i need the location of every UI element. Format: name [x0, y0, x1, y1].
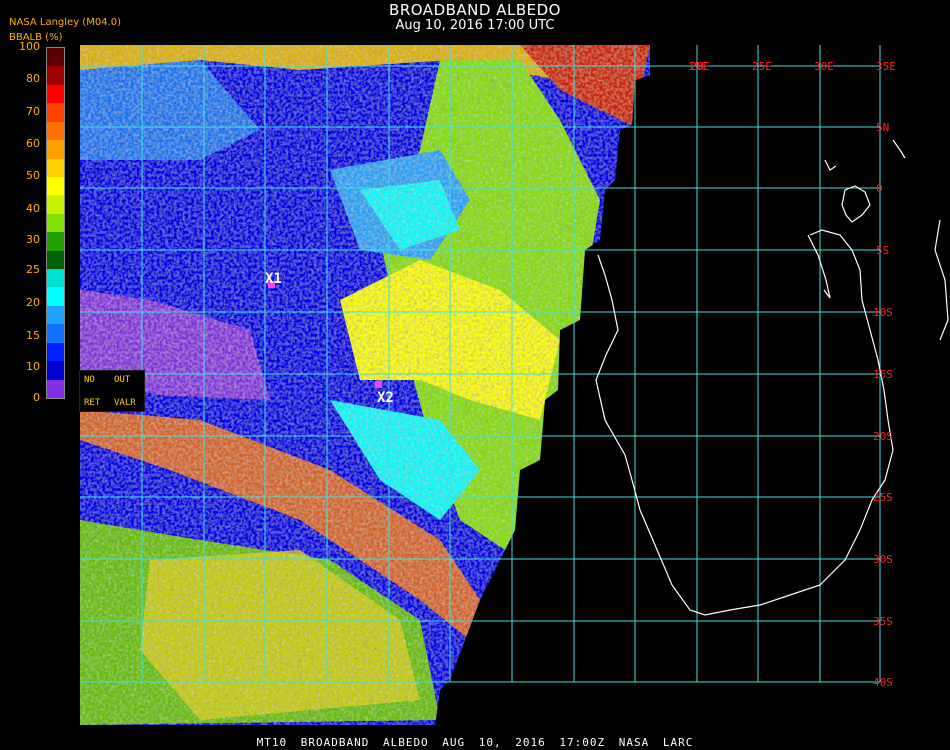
- chart-title: BROADBAND ALBEDO: [389, 1, 561, 19]
- colorbar-band: [47, 361, 64, 381]
- colorbar: [46, 47, 65, 399]
- colorbar-tick-label: 60: [26, 137, 40, 150]
- colorbar-tick-label: 80: [26, 72, 40, 85]
- colorbar-band: [47, 232, 64, 252]
- lon-label-25e: 25E: [752, 60, 772, 73]
- lat-label-5n: 5N: [876, 121, 889, 134]
- coastline: [595, 139, 949, 616]
- colorbar-band: [47, 305, 64, 325]
- colorbar-band: [47, 269, 64, 288]
- colorbar-band: [47, 158, 64, 178]
- lon-label-20e: 20E: [690, 60, 710, 73]
- colorbar-band: [47, 84, 64, 104]
- marker-x2-label: X2: [377, 390, 394, 406]
- colorbar-tick-label: 70: [26, 105, 40, 118]
- colorbar-band: [47, 324, 64, 344]
- chart-subtitle: Aug 10, 2016 17:00 UTC: [395, 18, 555, 33]
- footer-caption: MT10 BROADBAND ALBEDO AUG 10, 2016 17:00…: [256, 736, 694, 749]
- producer-label: NASA Langley (M04.0): [9, 17, 121, 28]
- colorbar-tick-label: 0: [33, 391, 40, 404]
- colorbar-band: [47, 140, 64, 159]
- colorbar-tick-label: 40: [26, 202, 40, 215]
- colorbar-tick-label: 50: [26, 169, 40, 182]
- colorbar-tick-label: 10: [26, 360, 40, 373]
- lat-label-0: 0: [876, 182, 883, 195]
- colorbar-tick-label: 20: [26, 296, 40, 309]
- legend-no: NO: [84, 375, 95, 385]
- colorbar-band: [47, 176, 64, 196]
- colorbar-band: [47, 103, 64, 123]
- marker-x2-square: [375, 381, 382, 388]
- lon-label-35e: 35E: [876, 60, 896, 73]
- legend-valr: VALR: [114, 398, 136, 408]
- colorbar-band: [47, 250, 64, 270]
- legend-out: OUT: [114, 375, 131, 385]
- lat-label-40s: 40S: [873, 676, 893, 689]
- lat-label-30s: 30S: [873, 553, 893, 566]
- lat-labels: 5N 0 5S 10S 15S 20S 25S 30S 35S 40S: [873, 121, 893, 689]
- colorbar-band: [47, 48, 64, 67]
- colorbar-band: [47, 66, 64, 86]
- lat-label-20s: 20S: [873, 430, 893, 443]
- colorbar-band: [47, 121, 64, 141]
- colorbar-band: [47, 213, 64, 233]
- lat-label-5s: 5S: [876, 244, 889, 257]
- colorbar-tick-label: 15: [26, 329, 40, 342]
- colorbar-band: [47, 195, 64, 215]
- lat-label-10s: 10S: [873, 306, 893, 319]
- legend-box: NO OUT RET VALR: [79, 370, 145, 412]
- colorbar-band: [47, 342, 64, 362]
- colorbar-band: [47, 379, 64, 399]
- colorbar-tick-label: 25: [26, 263, 40, 276]
- lat-label-25s: 25S: [873, 491, 893, 504]
- colorbar-band: [47, 287, 64, 307]
- legend-ret: RET: [84, 398, 101, 408]
- colorbar-tick-label: 30: [26, 233, 40, 246]
- lon-label-30e: 30E: [814, 60, 834, 73]
- satellite-swath: [80, 45, 650, 725]
- marker-x1-label: X1: [265, 271, 282, 287]
- colorbar-tick-label: 100: [19, 40, 40, 53]
- lat-label-35s: 35S: [873, 615, 893, 628]
- lat-label-15s: 15S: [873, 368, 893, 381]
